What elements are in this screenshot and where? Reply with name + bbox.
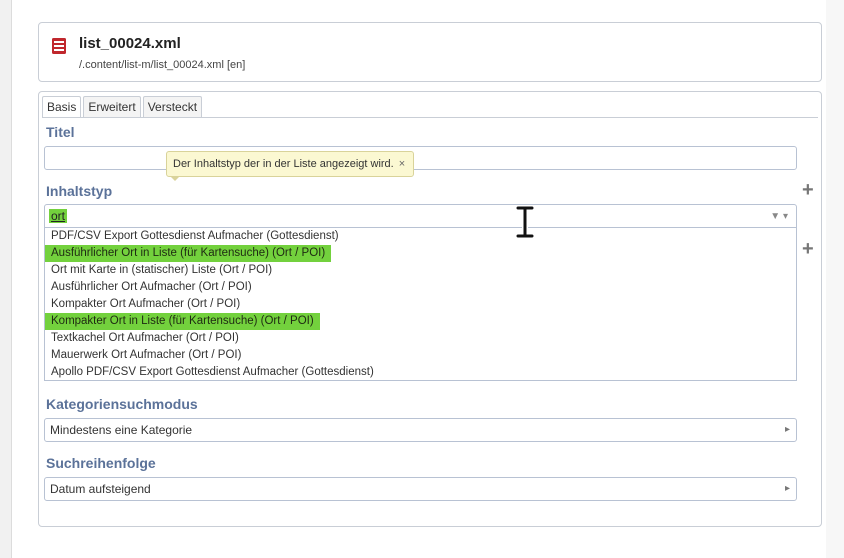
tooltip-tail xyxy=(170,176,180,181)
dropdown-option[interactable]: Kompakter Ort Aufmacher (Ort / POI) xyxy=(45,296,246,313)
tab-divider xyxy=(42,117,818,118)
add-icon[interactable]: + xyxy=(802,239,814,259)
titel-label: Titel xyxy=(46,124,75,140)
resource-header: list_00024.xml /.content/list-m/list_000… xyxy=(38,22,822,82)
chevron-right-icon: ▸ xyxy=(784,424,790,435)
kategoriensuchmodus-value: Mindestens eine Kategorie xyxy=(50,423,193,437)
add-icon[interactable]: + xyxy=(802,180,814,200)
text-cursor-icon xyxy=(515,206,535,238)
file-icon xyxy=(52,38,66,54)
inhaltstyp-label: Inhaltstyp xyxy=(46,183,113,199)
dropdown-option[interactable]: Apollo PDF/CSV Export Gottesdienst Aufma… xyxy=(45,364,380,380)
suchreihenfolge-select[interactable]: Datum aufsteigend ▸ xyxy=(44,477,797,501)
dropdown-option[interactable]: Kompakter Ort in Liste (für Kartensuche)… xyxy=(45,313,320,330)
combo-filter-text: ort xyxy=(49,209,68,223)
chevron-right-icon: ▸ xyxy=(784,483,790,494)
dropdown-option[interactable]: Ort mit Karte in (statischer) Liste (Ort… xyxy=(45,262,278,279)
tab-bar: Basis Erweitert Versteckt xyxy=(42,96,204,118)
suchreihenfolge-label: Suchreihenfolge xyxy=(46,455,156,471)
filter-icon[interactable]: ▼ ▾ xyxy=(770,211,788,222)
help-tooltip: Der Inhaltstyp der in der Liste angezeig… xyxy=(166,151,415,177)
dropdown-option[interactable]: Ausführlicher Ort in Liste (für Kartensu… xyxy=(45,245,332,262)
window-left-edge xyxy=(0,0,12,558)
tooltip-text: Der Inhaltstyp der in der Liste angezeig… xyxy=(173,158,394,170)
inhaltstyp-dropdown: PDF/CSV Export Gottesdienst Aufmacher (G… xyxy=(44,228,797,381)
titel-input[interactable] xyxy=(44,146,797,170)
file-path: /.content/list-m/list_00024.xml [en] xyxy=(79,59,246,71)
kategoriensuchmodus-select[interactable]: Mindestens eine Kategorie ▸ xyxy=(44,418,797,442)
tab-basis[interactable]: Basis xyxy=(42,96,82,118)
inhaltstyp-combobox[interactable]: ort ▼ ▾ xyxy=(44,204,797,228)
dropdown-option[interactable]: Textkachel Ort Aufmacher (Ort / POI) xyxy=(45,330,245,347)
dropdown-option[interactable]: PDF/CSV Export Gottesdienst Aufmacher (G… xyxy=(45,228,345,245)
tab-erweitert[interactable]: Erweitert xyxy=(83,96,141,118)
file-title: list_00024.xml xyxy=(79,35,181,52)
dropdown-option[interactable]: Ausführlicher Ort Aufmacher (Ort / POI) xyxy=(45,279,258,296)
tooltip-close-icon[interactable]: × xyxy=(399,158,405,170)
dropdown-option[interactable]: Mauerwerk Ort Aufmacher (Ort / POI) xyxy=(45,347,247,364)
tab-versteckt[interactable]: Versteckt xyxy=(142,96,203,118)
window-right-edge xyxy=(826,0,844,558)
kategoriensuchmodus-label: Kategoriensuchmodus xyxy=(46,396,198,412)
suchreihenfolge-value: Datum aufsteigend xyxy=(50,482,151,496)
